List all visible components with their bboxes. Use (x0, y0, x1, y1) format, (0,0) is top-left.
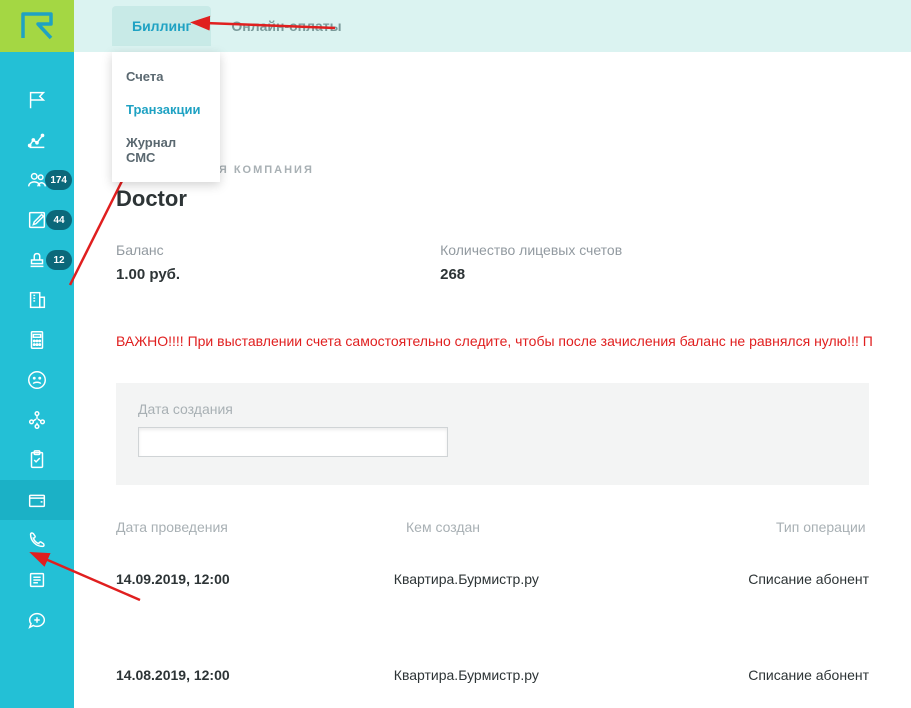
cell-type: Списание абонент (748, 667, 869, 683)
logo[interactable] (0, 0, 74, 52)
sidebar-users[interactable]: 174 (0, 160, 74, 200)
col-date-header: Дата проведения (116, 519, 406, 535)
phone-icon (26, 529, 48, 551)
stat-balance: Баланс 1.00 руб. (116, 242, 180, 283)
cell-date: 14.08.2019, 12:00 (116, 667, 394, 683)
sidebar-edit[interactable]: 44 (0, 200, 74, 240)
badge-stamp: 12 (46, 250, 72, 270)
stamp-icon (26, 249, 48, 271)
sidebar-stamp[interactable]: 12 (0, 240, 74, 280)
filter-label: Дата создания (138, 401, 847, 417)
tab-billing[interactable]: Биллинг (112, 6, 211, 46)
section-label: УПРАВЛЯЮЩАЯ КОМПАНИЯ (116, 164, 869, 176)
page-title-row: ИИ (116, 78, 869, 109)
cell-who: Квартира.Бурмистр.ру (394, 667, 748, 683)
logo-icon (20, 11, 54, 41)
sidebar-org[interactable] (0, 400, 74, 440)
cell-type: Списание абонент (748, 571, 869, 587)
sidebar-phone[interactable] (0, 520, 74, 560)
sidebar-chat[interactable] (0, 600, 74, 640)
chat-plus-icon (26, 609, 48, 631)
clipboard-icon (26, 449, 48, 471)
col-type-header: Тип операции (776, 519, 869, 535)
table-row[interactable]: 14.09.2019, 12:00 Квартира.Бурмистр.ру С… (116, 553, 869, 605)
balance-value: 1.00 руб. (116, 266, 180, 283)
dropdown-transactions[interactable]: Транзакции (112, 93, 220, 126)
sidebar-clipboard[interactable] (0, 440, 74, 480)
sidebar-wallet[interactable] (0, 480, 74, 520)
table-header: Дата проведения Кем создан Тип операции (116, 519, 869, 553)
cell-date: 14.09.2019, 12:00 (116, 571, 394, 587)
flag-icon (26, 89, 48, 111)
tab-online-payments[interactable]: Онлайн-оплаты (211, 6, 361, 46)
sidebar-list[interactable] (0, 560, 74, 600)
stat-accounts: Количество лицевых счетов 268 (440, 242, 622, 283)
col-who-header: Кем создан (406, 519, 776, 535)
dropdown-invoices[interactable]: Счета (112, 60, 220, 93)
main: Биллинг Онлайн-оплаты Счета Транзакции Ж… (74, 0, 911, 708)
sidebar-flag[interactable] (0, 80, 74, 120)
wallet-icon (26, 489, 48, 511)
calculator-icon (26, 329, 48, 351)
table-row[interactable]: 14.08.2019, 12:00 Квартира.Бурмистр.ру С… (116, 649, 869, 701)
sidebar-building[interactable] (0, 280, 74, 320)
filter-panel: Дата создания (116, 383, 869, 485)
chart-icon (26, 129, 48, 151)
building-icon (26, 289, 48, 311)
edit-icon (26, 209, 48, 231)
dropdown-sms-log[interactable]: Журнал СМС (112, 126, 220, 174)
warning-text: ВАЖНО!!!! При выставлении счета самостоя… (116, 333, 869, 349)
stats-row: Баланс 1.00 руб. Количество лицевых счет… (116, 242, 869, 283)
company-name: Doctor (116, 186, 869, 212)
accounts-value: 268 (440, 266, 622, 283)
badge-users: 174 (45, 170, 72, 190)
accounts-label: Количество лицевых счетов (440, 242, 622, 258)
balance-label: Баланс (116, 242, 180, 258)
breadcrumb: закции (116, 113, 869, 128)
badge-edit: 44 (46, 210, 72, 230)
sidebar-face[interactable] (0, 360, 74, 400)
date-created-input[interactable] (138, 427, 448, 457)
org-icon (26, 409, 48, 431)
sad-face-icon (26, 369, 48, 391)
list-icon (26, 569, 48, 591)
topbar: Биллинг Онлайн-оплаты (74, 0, 911, 52)
sidebar-calculator[interactable] (0, 320, 74, 360)
cell-who: Квартира.Бурмистр.ру (394, 571, 748, 587)
sidebar: 174 44 12 (0, 0, 74, 708)
billing-dropdown: Счета Транзакции Журнал СМС (112, 52, 220, 182)
sidebar-analytics[interactable] (0, 120, 74, 160)
